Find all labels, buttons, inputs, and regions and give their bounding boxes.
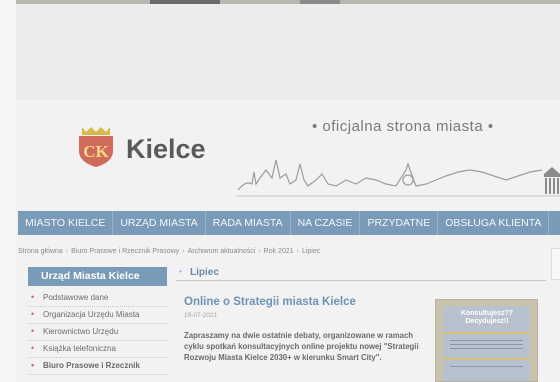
- site-title[interactable]: Kielce: [126, 134, 206, 165]
- chevron-right-icon: ›: [258, 248, 261, 255]
- breadcrumb-item[interactable]: Strona główna: [18, 248, 63, 255]
- bullet-icon: •: [179, 267, 182, 276]
- top-photo-strip: [0, 0, 560, 4]
- breadcrumb-item[interactable]: Archiwum aktualności: [188, 248, 256, 255]
- thumbnail-caption: Konsultujesz?? Decydujesz!!: [460, 310, 514, 325]
- coat-of-arms-logo[interactable]: CK: [76, 125, 116, 167]
- breadcrumb-item[interactable]: Biuro Prasowe i Rzecznik Prasowy: [71, 248, 179, 255]
- main-navigation: MIASTO KIELCE URZĄD MIASTA RADA MIASTA N…: [18, 211, 560, 235]
- nav-miasto-kielce[interactable]: MIASTO KIELCE: [18, 211, 114, 235]
- section-title: Lipiec: [190, 267, 219, 278]
- nav-przydatne[interactable]: PRZYDATNE: [360, 211, 439, 235]
- left-margin: [0, 0, 16, 382]
- article-thumbnail[interactable]: Konsultujesz?? Decydujesz!!: [435, 299, 538, 382]
- monument-icon: [544, 167, 560, 194]
- nav-urzad-miasta[interactable]: URZĄD MIASTA: [113, 211, 206, 235]
- site-tagline: • oficjalna strona miasta •: [312, 118, 494, 135]
- breadcrumb-item[interactable]: Rok 2021: [264, 248, 294, 255]
- skyline-illustration: [236, 159, 560, 197]
- sidebar-item-ksiazka-telefoniczna[interactable]: Książka telefoniczna: [28, 341, 167, 358]
- breadcrumb-item-current[interactable]: Lipiec: [302, 248, 320, 255]
- sidebar-item-biuro-prasowe[interactable]: Biuro Prasowe i Rzecznik: [28, 358, 167, 375]
- article-excerpt: Zapraszamy na dwie ostatnie debaty, orga…: [184, 331, 419, 362]
- nav-rada-miasta[interactable]: RADA MIASTA: [206, 211, 291, 235]
- breadcrumb: Strona główna › Biuro Prasowe i Rzecznik P…: [18, 248, 320, 255]
- sidebar-menu: Podstawowe dane Organizacja Urzędu Miast…: [28, 290, 167, 375]
- sidebar-item-podstawowe-dane[interactable]: Podstawowe dane: [28, 290, 167, 307]
- chevron-right-icon: ›: [182, 248, 185, 255]
- chevron-right-icon: ›: [296, 248, 299, 255]
- right-panel-edge: [551, 248, 560, 280]
- sidebar-title[interactable]: Urząd Miasta Kielce: [28, 267, 167, 286]
- sidebar-item-organizacja[interactable]: Organizacja Urzędu Miasta: [28, 307, 167, 324]
- sidebar-item-kierownictwo[interactable]: Kierownictwo Urzędu: [28, 324, 167, 341]
- nav-obsluga-klienta[interactable]: OBSŁUGA KLIENTA: [438, 211, 550, 235]
- article-title[interactable]: Online o Strategii miasta Kielce: [184, 296, 356, 308]
- chevron-right-icon: ›: [65, 248, 69, 255]
- logo-letters: CK: [83, 142, 109, 161]
- article-date: 19-07-2021: [184, 312, 218, 319]
- section-header: • Lipiec: [176, 267, 546, 281]
- nav-na-czasie[interactable]: NA CZASIE: [291, 211, 361, 235]
